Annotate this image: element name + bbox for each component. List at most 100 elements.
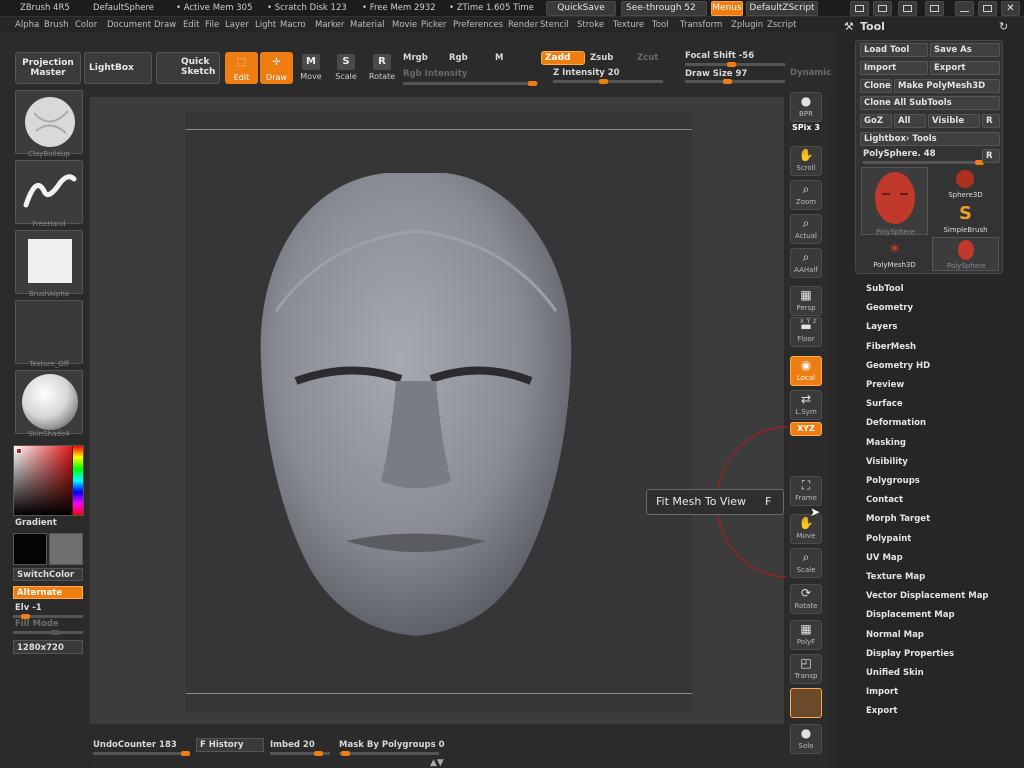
- doc-size-field[interactable]: 1280x720: [13, 640, 83, 654]
- mask-polygroups-track[interactable]: [339, 751, 439, 756]
- menu-item-zplugin[interactable]: Zplugin: [731, 20, 763, 30]
- lightbox-tools-button[interactable]: Lightbox› Tools: [860, 132, 1000, 146]
- menu-item-texture[interactable]: Texture: [613, 20, 644, 30]
- tool-menu-vector-displacement-map[interactable]: Vector Displacement Map: [866, 591, 989, 601]
- texture-thumbnail[interactable]: [15, 300, 83, 364]
- default-zscript-button[interactable]: DefaultZScript: [746, 1, 818, 16]
- focal-shift-slider[interactable]: Focal Shift -56: [685, 51, 754, 61]
- material-thumbnail[interactable]: [15, 370, 83, 434]
- document-canvas[interactable]: [186, 111, 692, 712]
- switch-color-button[interactable]: SwitchColor: [13, 568, 83, 581]
- rotate-button[interactable]: ⟳ Rotate: [790, 584, 822, 614]
- clone-all-subtools-button[interactable]: Clone All SubTools: [860, 96, 1000, 110]
- menu-item-marker[interactable]: Marker: [315, 20, 344, 30]
- actual-button[interactable]: ⌕ Actual: [790, 214, 822, 244]
- color-picker[interactable]: [13, 445, 84, 516]
- tool-menu-unified-skin[interactable]: Unified Skin: [866, 668, 924, 678]
- aahalf-button[interactable]: ⌕ AAHalf: [790, 248, 822, 278]
- tool-menu-visibility[interactable]: Visibility: [866, 457, 908, 467]
- layout-icon[interactable]: [873, 1, 892, 16]
- gradient-label[interactable]: Gradient: [15, 518, 57, 528]
- focal-shift-track[interactable]: [685, 62, 785, 67]
- mask-by-polygroups-slider[interactable]: Mask By Polygroups 0: [339, 740, 445, 750]
- tool-menu-display-properties[interactable]: Display Properties: [866, 649, 954, 659]
- tool-thumb-simplebrush[interactable]: S SimpleBrush: [932, 202, 999, 236]
- scale-button[interactable]: S Scale: [332, 54, 360, 81]
- lsym-button[interactable]: ⇄ L.Sym: [790, 390, 822, 420]
- menu-item-file[interactable]: File: [205, 20, 219, 30]
- save-icon[interactable]: [925, 1, 944, 16]
- imbed-track[interactable]: [270, 751, 330, 756]
- projection-master-button[interactable]: Projection Master: [15, 52, 81, 84]
- see-through-slider[interactable]: See-through 52: [621, 1, 707, 16]
- quick-sketch-button[interactable]: Quick Sketch: [156, 52, 220, 84]
- fill-mode-label[interactable]: Fill Mode: [15, 619, 59, 629]
- tool-menu-subtool[interactable]: SubTool: [866, 284, 904, 294]
- draw-size-slider[interactable]: Draw Size 97: [685, 69, 747, 79]
- tool-menu-texture-map[interactable]: Texture Map: [866, 572, 925, 582]
- tool-menu-fibermesh[interactable]: FiberMesh: [866, 342, 916, 352]
- menu-item-brush[interactable]: Brush: [44, 20, 69, 30]
- tool-thumb-polymesh3d[interactable]: ✶ PolyMesh3D: [861, 237, 928, 271]
- tool-thumb-polysphere[interactable]: PolySphere: [861, 167, 928, 236]
- sculpted-head-model[interactable]: [186, 111, 692, 712]
- dynamic-toggle[interactable]: Dynamic: [790, 68, 831, 78]
- menu-item-document[interactable]: Document: [107, 20, 151, 30]
- tool-menu-contact[interactable]: Contact: [866, 495, 903, 505]
- polysphere-r-button[interactable]: R: [982, 149, 1000, 163]
- solo-button[interactable]: ● Solo: [790, 724, 822, 754]
- history-button[interactable]: F History: [196, 738, 264, 752]
- tool-menu-surface[interactable]: Surface: [866, 399, 903, 409]
- tool-menu-uv-map[interactable]: UV Map: [866, 553, 903, 563]
- rotate-button[interactable]: R Rotate: [367, 54, 397, 81]
- secondary-color-swatch[interactable]: [49, 533, 83, 565]
- palette-icon[interactable]: [898, 1, 917, 16]
- help-icon[interactable]: [850, 1, 869, 16]
- stroke-thumbnail[interactable]: [15, 160, 83, 224]
- tool-menu-layers[interactable]: Layers: [866, 322, 897, 332]
- fill-mode-track[interactable]: [13, 630, 83, 635]
- polysphere-track[interactable]: [863, 160, 984, 165]
- tool-thumb-polysphere-2[interactable]: PolySphere: [932, 237, 999, 271]
- goz-all-button[interactable]: All: [894, 114, 926, 128]
- tool-menu-polygroups[interactable]: Polygroups: [866, 476, 920, 486]
- clone-button[interactable]: Clone: [860, 79, 892, 93]
- tool-menu-geometry[interactable]: Geometry: [866, 303, 913, 313]
- menu-item-draw[interactable]: Draw: [154, 20, 176, 30]
- rgb-toggle[interactable]: Rgb: [449, 53, 468, 63]
- undo-track[interactable]: [93, 751, 190, 756]
- m-toggle[interactable]: M: [495, 53, 503, 63]
- local-button[interactable]: ◉ Local: [790, 356, 822, 386]
- menu-item-tool[interactable]: Tool: [652, 20, 669, 30]
- minimize-icon[interactable]: [955, 1, 974, 16]
- save-as-button[interactable]: Save As: [930, 43, 1000, 57]
- ghost-button[interactable]: [790, 688, 822, 718]
- menu-item-light[interactable]: Light: [255, 20, 276, 30]
- tool-menu-import[interactable]: Import: [866, 687, 898, 697]
- tool-menu-masking[interactable]: Masking: [866, 438, 906, 448]
- tool-title[interactable]: Tool: [860, 20, 885, 33]
- undo-counter[interactable]: UndoCounter 183: [93, 740, 177, 750]
- persp-button[interactable]: ▦ Persp: [790, 286, 822, 316]
- menu-item-preferences[interactable]: Preferences: [453, 20, 503, 30]
- quicksave-button[interactable]: QuickSave: [546, 1, 616, 16]
- menu-item-layer[interactable]: Layer: [225, 20, 249, 30]
- export-button[interactable]: Export: [930, 61, 1000, 75]
- make-polymesh3d-button[interactable]: Make PolyMesh3D: [894, 79, 1000, 93]
- alpha-thumbnail[interactable]: [15, 230, 83, 294]
- goz-visible-button[interactable]: Visible: [928, 114, 980, 128]
- edit-button[interactable]: ⬚ Edit: [225, 52, 258, 84]
- menu-item-stencil[interactable]: Stencil: [540, 20, 569, 30]
- zcut-button[interactable]: Zcut: [637, 53, 658, 63]
- tool-thumb-sphere3d[interactable]: Sphere3D: [932, 167, 999, 201]
- tool-menu-deformation[interactable]: Deformation: [866, 418, 926, 428]
- menu-item-macro[interactable]: Macro: [280, 20, 306, 30]
- expand-arrow-icon[interactable]: ▲▼: [430, 758, 444, 768]
- menu-item-zscript[interactable]: Zscript: [767, 20, 797, 30]
- tool-menu-geometry-hd[interactable]: Geometry HD: [866, 361, 930, 371]
- goz-button[interactable]: GoZ: [860, 114, 892, 128]
- zadd-button[interactable]: Zadd: [541, 51, 585, 65]
- polyf-button[interactable]: ▦ PolyF: [790, 620, 822, 650]
- menus-button[interactable]: Menus: [711, 1, 743, 16]
- main-color-swatch[interactable]: [13, 533, 47, 565]
